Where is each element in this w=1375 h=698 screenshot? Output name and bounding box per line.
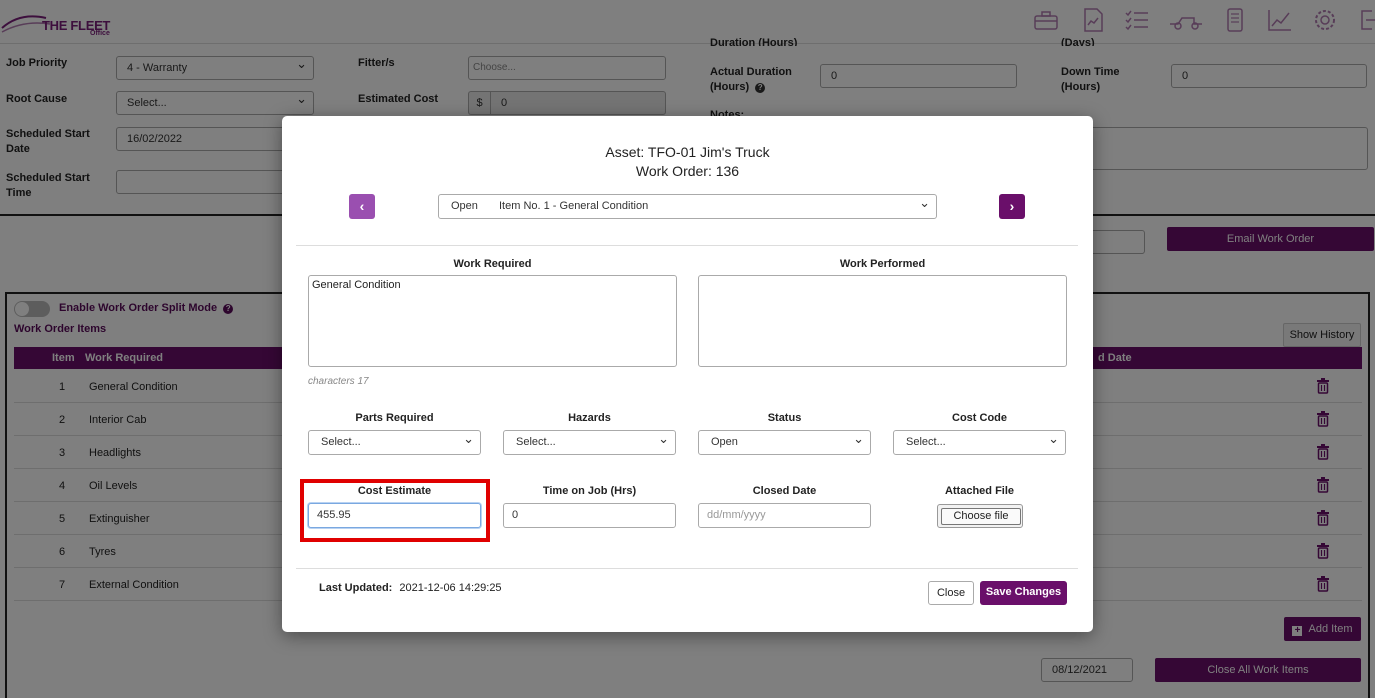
prev-item-button[interactable]: ‹: [349, 194, 375, 219]
work-item-modal: Asset: TFO-01 Jim's Truck Work Order: 13…: [282, 116, 1093, 632]
next-item-button[interactable]: ›: [999, 194, 1025, 219]
status-select[interactable]: Open: [698, 427, 871, 455]
chevron-left-icon: ‹: [359, 198, 365, 214]
modal-divider-bottom: [296, 568, 1078, 569]
status-label: Status: [767, 412, 802, 424]
last-updated-value: 2021-12-06 14:29:25: [399, 582, 502, 594]
modal-divider-top: [296, 245, 1078, 246]
work-required-label: Work Required: [453, 258, 532, 270]
work-performed-textarea[interactable]: [698, 275, 1067, 367]
choose-file-button[interactable]: Choose file: [937, 504, 1023, 528]
item-selected-text: Item No. 1 - General Condition: [499, 200, 649, 212]
choose-file-label: Choose file: [941, 508, 1021, 525]
parts-required-select[interactable]: Select...: [308, 427, 481, 455]
closed-date-label: Closed Date: [752, 485, 817, 497]
cost-estimate-highlight: [300, 479, 490, 542]
time-on-job-input[interactable]: 0: [503, 503, 676, 528]
hazards-select[interactable]: Select...: [503, 427, 676, 455]
item-status-text: Open: [451, 200, 478, 212]
work-performed-label: Work Performed: [839, 258, 926, 270]
cost-code-label: Cost Code: [952, 412, 1007, 424]
item-select[interactable]: Open Item No. 1 - General Condition: [438, 191, 937, 219]
attached-file-label: Attached File: [944, 485, 1015, 497]
time-on-job-label: Time on Job (Hrs): [542, 485, 637, 497]
parts-required-label: Parts Required: [355, 412, 434, 424]
modal-work-order-title: Work Order: 136: [635, 163, 740, 179]
save-changes-button[interactable]: Save Changes: [980, 581, 1067, 605]
last-updated: Last Updated: 2021-12-06 14:29:25: [319, 582, 502, 594]
modal-asset-title: Asset: TFO-01 Jim's Truck: [605, 144, 770, 160]
character-count: characters 17: [308, 376, 369, 387]
closed-date-input[interactable]: dd/mm/yyyy: [698, 503, 871, 528]
close-button[interactable]: Close: [928, 581, 974, 605]
cost-code-select[interactable]: Select...: [893, 427, 1066, 455]
hazards-label: Hazards: [568, 412, 611, 424]
chevron-right-icon: ›: [1009, 198, 1015, 214]
last-updated-label: Last Updated:: [319, 582, 393, 594]
work-required-textarea[interactable]: General Condition: [308, 275, 677, 367]
